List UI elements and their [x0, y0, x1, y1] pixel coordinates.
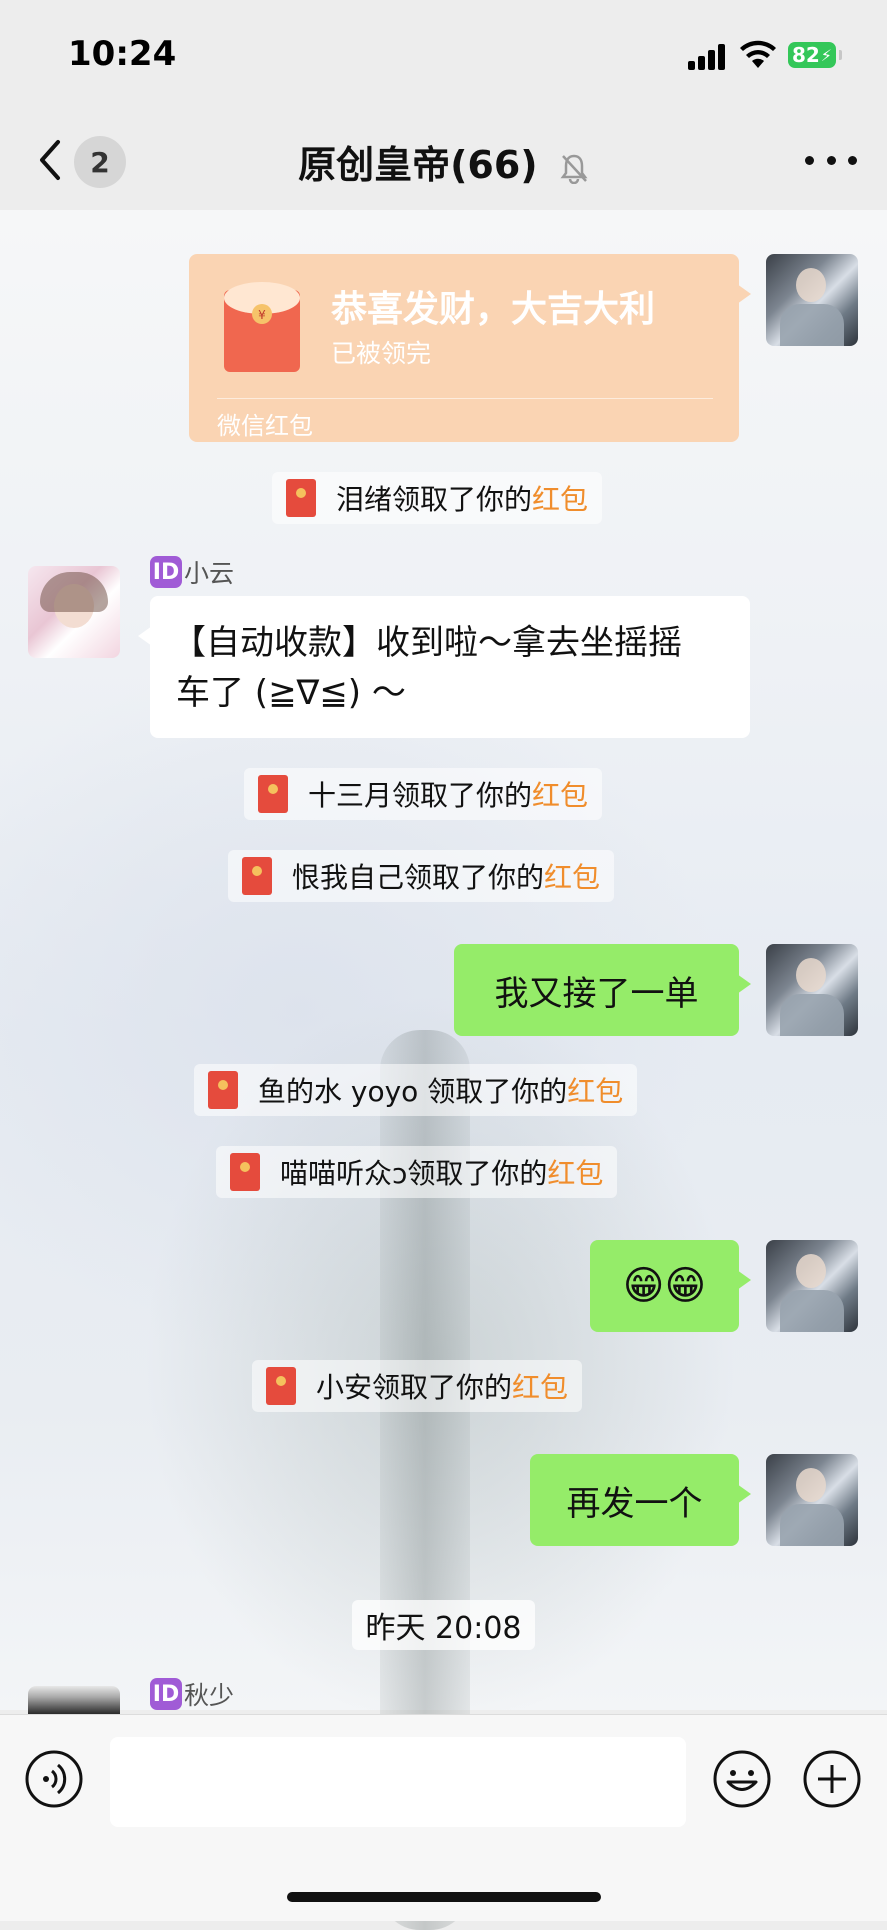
system-notice: 十三月领取了你的 红包	[244, 768, 603, 820]
my-avatar[interactable]	[766, 254, 858, 346]
chat-title-wrap: 原创皇帝(66)	[0, 134, 887, 189]
red-envelope-icon	[266, 1367, 296, 1405]
red-packet-link[interactable]: 红包	[532, 774, 588, 814]
mute-icon	[560, 154, 588, 184]
red-envelope-icon	[230, 1153, 260, 1191]
message-text-line1: 【自动收款】收到啦～拿去坐摇摇	[172, 623, 682, 663]
system-notice: 泪绪领取了你的 红包	[272, 472, 603, 524]
cellular-signal-icon	[688, 42, 728, 70]
red-packet-link[interactable]: 红包	[567, 1070, 623, 1110]
red-envelope-icon	[258, 775, 288, 813]
system-notice-text: 泪绪领取了你的	[336, 483, 533, 516]
incoming-message-bubble[interactable]: 【自动收款】收到啦～拿去坐摇摇 车了 (≧∇≦) ～	[138, 596, 750, 738]
id-badge-icon: ID	[150, 1678, 182, 1710]
sender-avatar-qiushao[interactable]	[28, 1686, 120, 1714]
red-packet-link[interactable]: 红包	[547, 1152, 603, 1192]
red-packet-title: 恭喜发财，大吉大利	[331, 289, 656, 330]
svg-text:¥: ¥	[258, 308, 266, 322]
chat-title: 原创皇帝(66)	[298, 143, 538, 187]
outgoing-message-bubble[interactable]: 我又接了一单	[454, 944, 751, 1036]
message-text: 再发一个	[566, 1483, 703, 1524]
system-notice: 鱼的水 yoyo 领取了你的 红包	[194, 1064, 638, 1116]
more-icon-dot	[805, 155, 814, 165]
battery-indicator: 82 ⚡	[788, 42, 842, 68]
sender-avatar-xiaoyun[interactable]	[28, 566, 120, 658]
battery-level: 82	[791, 43, 820, 67]
message-input[interactable]	[110, 1737, 686, 1827]
wifi-icon	[740, 40, 776, 68]
chat-header: 2 原创皇帝(66)	[0, 110, 887, 210]
sender-name: ID 秋少	[150, 1676, 234, 1712]
more-icon-dot	[826, 155, 836, 165]
charging-icon: ⚡	[820, 45, 833, 65]
red-packet-divider	[217, 398, 713, 399]
my-avatar[interactable]	[766, 1240, 858, 1332]
plus-icon[interactable]	[802, 1749, 862, 1809]
sender-name-text: 秋少	[184, 1681, 235, 1710]
my-avatar[interactable]	[766, 1454, 858, 1546]
emoji-icon[interactable]	[712, 1749, 772, 1809]
input-bar	[0, 1714, 887, 1921]
more-icon-dot	[848, 155, 857, 165]
my-avatar[interactable]	[766, 944, 858, 1036]
outgoing-message-bubble[interactable]: 再发一个	[530, 1454, 751, 1546]
red-packet-status: 已被领完	[331, 339, 432, 368]
message-emoji-text: 😁😁	[622, 1263, 707, 1309]
system-notice: 恨我自己领取了你的 红包	[228, 850, 615, 902]
red-packet-link[interactable]: 红包	[544, 856, 600, 896]
red-envelope-icon	[208, 1071, 238, 1109]
sender-name-text: 小云	[184, 559, 235, 588]
red-packet-link[interactable]: 红包	[512, 1366, 568, 1406]
more-button[interactable]	[805, 148, 857, 172]
message-text-line2: 车了 (≧∇≦) ～	[176, 673, 406, 713]
status-time: 10:24	[68, 34, 177, 74]
system-notice-text: 恨我自己领取了你的	[292, 861, 545, 894]
system-notice-text: 小安领取了你的	[316, 1371, 513, 1404]
red-packet-link[interactable]: 红包	[532, 478, 588, 518]
system-notice-text: 喵喵听众ↄ领取了你的	[280, 1157, 548, 1190]
id-badge-icon: ID	[150, 556, 182, 588]
system-notice-text: 十三月领取了你的	[308, 779, 533, 812]
red-packet-footer: 微信红包	[217, 412, 313, 440]
system-notice-text: 鱼的水 yoyo 领取了你的	[258, 1075, 568, 1108]
red-packet-message[interactable]: ¥ 恭喜发财，大吉大利 已被领完 微信红包	[189, 254, 751, 442]
message-text: 我又接了一单	[494, 973, 699, 1014]
voice-icon[interactable]	[24, 1749, 84, 1809]
system-notice: 小安领取了你的 红包	[252, 1360, 583, 1412]
status-bar: 10:24 82 ⚡	[0, 0, 887, 110]
sender-name: ID 小云	[150, 554, 234, 590]
home-indicator[interactable]	[287, 1892, 601, 1902]
system-notice: 喵喵听众ↄ领取了你的 红包	[216, 1146, 618, 1198]
red-envelope-icon	[242, 857, 272, 895]
red-envelope-icon: ¥	[224, 282, 300, 372]
chat-timestamp: 昨天 20:08	[352, 1600, 535, 1650]
red-envelope-icon	[286, 479, 316, 517]
outgoing-message-bubble[interactable]: 😁😁	[590, 1240, 751, 1332]
